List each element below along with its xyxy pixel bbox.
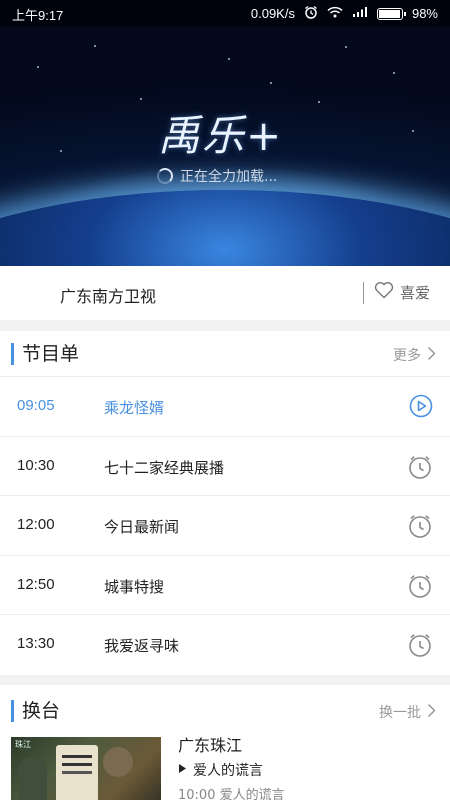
chevron-right-icon	[427, 703, 436, 722]
favorite-button[interactable]: 喜爱	[374, 281, 430, 303]
play-triangle-icon	[178, 762, 187, 778]
refresh-label: 换一批	[379, 705, 421, 721]
wifi-icon	[327, 6, 343, 21]
signal-icon	[352, 6, 368, 21]
heart-icon	[374, 281, 394, 303]
card-now-playing: 爱人的谎言	[178, 760, 263, 780]
alarm-clock-icon[interactable]	[407, 513, 433, 543]
program-row[interactable]: 12:50 城事特搜	[0, 556, 450, 615]
more-label: 更多	[393, 348, 421, 364]
alarm-clock-icon[interactable]	[407, 454, 433, 484]
alarm-clock-icon[interactable]	[407, 573, 433, 603]
program-time: 12:00	[17, 516, 55, 533]
loading-spinner-icon	[157, 168, 173, 184]
channel-thumbnail: 珠江	[11, 737, 161, 800]
current-channel-name: 广东南方卫视	[60, 287, 157, 306]
battery-icon	[376, 7, 406, 20]
app-logo: 禹乐+	[158, 111, 284, 160]
earth-background	[0, 190, 450, 266]
status-bar: 上午9:17 0.09K/s 98%	[0, 0, 450, 26]
program-title: 七十二家经典展播	[104, 458, 225, 477]
loading-indicator: 正在全力加载...	[157, 166, 277, 186]
program-title: 今日最新闻	[104, 518, 180, 536]
play-circle-icon[interactable]	[409, 394, 433, 422]
program-time: 12:50	[17, 575, 55, 593]
divider	[363, 282, 364, 304]
alarm-clock-icon[interactable]	[407, 632, 433, 662]
video-player[interactable]: 上午9:17 0.09K/s 98% 禹乐+ 正在全力加载...	[0, 0, 450, 266]
favorite-label: 喜爱	[400, 283, 431, 302]
program-time: 09:05	[17, 397, 55, 414]
now-playing-title: 爱人的谎言	[193, 763, 263, 779]
program-title: 我爱返寻味	[104, 637, 180, 655]
thumbnail-watermark: 珠江	[15, 740, 31, 749]
chevron-right-icon	[427, 346, 436, 365]
switch-channel-section: 换台 换一批 珠江 广东珠江 爱人的谎言 10:00 爱人的谎言	[0, 685, 450, 800]
program-title: 乘龙怪婿	[104, 399, 165, 417]
card-next-program: 10:00 爱人的谎言	[178, 788, 285, 800]
program-row[interactable]: 09:05 乘龙怪婿	[0, 377, 450, 437]
schedule-title: 节目单	[11, 343, 79, 365]
card-channel-name: 广东珠江	[178, 736, 243, 755]
program-title: 城事特搜	[104, 577, 165, 596]
network-speed: 0.09K/s	[250, 6, 295, 21]
battery-percent: 98%	[411, 6, 438, 21]
schedule-more-button[interactable]: 更多	[393, 345, 436, 365]
channel-bar: 广东南方卫视 喜爱	[0, 266, 450, 320]
loading-text: 正在全力加载...	[180, 169, 278, 185]
status-time: 上午9:17	[12, 8, 64, 23]
schedule-section: 节目单 更多 09:05 乘龙怪婿 10:30 七十二家经典展播 12:00 今日最新闻 1…	[0, 331, 450, 675]
channel-card[interactable]: 珠江 广东珠江 爱人的谎言 10:00 爱人的谎言	[0, 722, 450, 800]
program-row[interactable]: 10:30 七十二家经典展播	[0, 437, 450, 496]
program-row[interactable]: 12:00 今日最新闻	[0, 496, 450, 556]
switch-channel-title: 换台	[11, 700, 60, 722]
program-time: 10:30	[17, 456, 55, 474]
alarm-icon	[304, 5, 318, 22]
program-row[interactable]: 13:30 我爱返寻味	[0, 615, 450, 675]
program-time: 13:30	[17, 635, 55, 652]
refresh-batch-button[interactable]: 换一批	[379, 702, 436, 722]
